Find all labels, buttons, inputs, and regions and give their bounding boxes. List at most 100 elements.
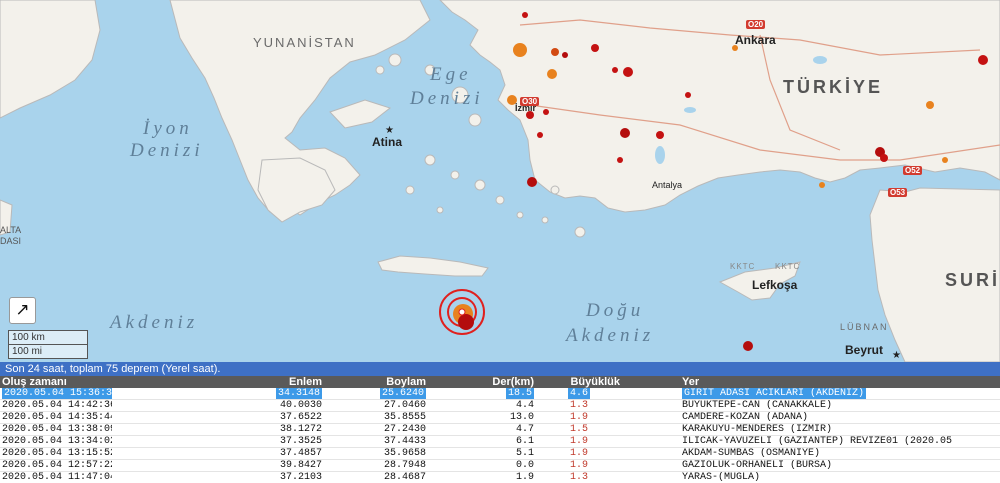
cell-olus-zamani-text: 2020.05.04 12:57:22	[2, 460, 112, 471]
cell-derinlik-text: 1.9	[515, 472, 534, 483]
cell-boylam: 27.0460	[324, 399, 428, 412]
cell-derinlik: 4.7	[428, 423, 536, 436]
table-row[interactable]: 2020.05.04 14:35:44 37.6522 35.8555 13.0 1.9…	[0, 411, 1000, 424]
header-derinlik[interactable]: Der(km)	[428, 376, 536, 388]
table-row[interactable]: 2020.05.04 13:34:02 37.3525 37.4433 6.1 1.9 I…	[0, 435, 1000, 448]
header-enlem[interactable]: Enlem	[112, 376, 324, 388]
city-antalya[interactable]: Antalya	[652, 180, 682, 190]
cell-enlem-text: 34.3148	[275, 388, 322, 399]
cell-boylam-text: 27.2430	[383, 424, 426, 435]
table-row[interactable]: 2020.05.04 11:47:04 37.2103 28.4687 1.9 1.3 Y…	[0, 471, 1000, 483]
cell-yer: GAZIOLUK-ORHANELI (BURSA)	[622, 459, 1000, 472]
cell-olus-zamani-text: 2020.05.04 13:34:02	[2, 436, 112, 447]
cell-buyukluk: 1.9	[536, 435, 622, 448]
quake-marker	[926, 101, 934, 109]
cell-boylam: 25.6240	[324, 388, 428, 400]
road-o53: O53	[888, 188, 908, 197]
cell-boylam-text: 25.6240	[379, 388, 426, 399]
cell-buyukluk: 1.9	[536, 447, 622, 460]
quake-marker	[562, 52, 568, 58]
cell-olus-zamani-text: 2020.05.04 13:15:52	[2, 448, 112, 459]
cell-enlem-text: 37.3525	[279, 436, 322, 447]
cell-buyukluk-text: 1.5	[569, 424, 588, 435]
cell-enlem-text: 39.8427	[279, 460, 322, 471]
cell-derinlik-text: 4.7	[515, 424, 534, 435]
quake-marker	[522, 12, 528, 18]
road-o52: O52	[903, 166, 923, 175]
cell-boylam: 27.2430	[324, 423, 428, 436]
cell-boylam-text: 28.7948	[383, 460, 426, 471]
cell-derinlik-text: 18.5	[505, 388, 534, 399]
cell-olus-zamani-text: 2020.05.04 14:42:36	[2, 400, 112, 411]
cell-enlem-text: 37.4857	[279, 448, 322, 459]
city-beyrut[interactable]: Beyrut	[845, 343, 883, 357]
city-atina[interactable]: Atina	[372, 135, 402, 149]
cell-olus-zamani-text: 2020.05.04 11:47:04	[2, 472, 112, 483]
cell-olus-zamani: 2020.05.04 15:36:39	[0, 388, 112, 400]
earthquake-map[interactable]: ★ ★ YUNANİSTAN TÜRKİYE SURİ LÜBNAN Ege D…	[0, 0, 1000, 362]
cell-boylam: 35.9658	[324, 447, 428, 460]
scale-mi: 100 mi	[8, 345, 88, 359]
label-kktc-2: KKTC	[775, 262, 801, 271]
table-row[interactable]: 2020.05.04 14:42:36 40.0030 27.0460 4.4 1.3 B…	[0, 399, 1000, 412]
cell-yer: YARAS-(MUGLA)	[622, 471, 1000, 483]
quake-marker	[880, 154, 888, 162]
cell-buyukluk: 4.6	[536, 388, 622, 400]
cell-yer: AKDAM-SUMBAS (OSMANIYE)	[622, 447, 1000, 460]
cell-olus-zamani: 2020.05.04 14:35:44	[0, 411, 112, 424]
cell-enlem-text: 38.1272	[279, 424, 322, 435]
quake-marker	[513, 43, 527, 57]
cell-yer-text: ILICAK-YAVUZELI (GAZIANTEP) REVIZE01 (20…	[682, 436, 953, 447]
road-o30: O30	[520, 97, 540, 106]
cell-enlem-text: 37.2103	[279, 472, 322, 483]
quake-marker	[685, 92, 691, 98]
quake-marker	[591, 44, 599, 52]
table-row[interactable]: 2020.05.04 13:38:09 38.1272 27.2430 4.7 1.5 K…	[0, 423, 1000, 436]
city-ankara[interactable]: Ankara	[735, 33, 776, 47]
city-lefkosa[interactable]: Lefkoşa	[752, 278, 797, 292]
cell-yer: KARAKUYU-MENDERES (IZMIR)	[622, 423, 1000, 436]
cell-yer-text: AKDAM-SUMBAS (OSMANIYE)	[682, 448, 821, 459]
cell-olus-zamani: 2020.05.04 13:15:52	[0, 447, 112, 460]
header-boylam[interactable]: Boylam	[324, 376, 428, 388]
cell-yer: ILICAK-YAVUZELI (GAZIANTEP) REVIZE01 (20…	[622, 435, 1000, 448]
header-buyukluk[interactable]: Büyüklük	[536, 376, 622, 388]
cell-yer-text: GIRIT ADASI ACIKLARI (AKDENIZ)	[682, 388, 867, 399]
cell-boylam-text: 37.4433	[383, 436, 426, 447]
label-akdeniz: Akdeniz	[110, 312, 199, 333]
earthquake-list-panel: Son 24 saat, toplam 75 deprem (Yerel saa…	[0, 362, 1000, 483]
cell-yer: CAMDERE-KOZAN (ADANA)	[622, 411, 1000, 424]
table-row[interactable]: 2020.05.04 15:36:39 34.3148 25.6240 18.5 4.6…	[0, 388, 1000, 400]
cell-derinlik-text: 5.1	[515, 448, 534, 459]
header-yer[interactable]: Yer	[622, 376, 1000, 388]
label-ege-1: Ege	[430, 64, 472, 85]
quake-marker	[612, 67, 618, 73]
land-crete	[377, 255, 489, 277]
label-iyon-1: İyon	[143, 118, 193, 139]
cell-derinlik: 6.1	[428, 435, 536, 448]
label-iyon-2: Denizi	[130, 140, 204, 161]
cell-buyukluk-text: 1.3	[569, 400, 588, 411]
cell-buyukluk-text: 1.9	[569, 412, 588, 423]
cell-boylam: 37.4433	[324, 435, 428, 448]
quake-marker	[656, 131, 664, 139]
map-scale: 100 km 100 mi	[8, 330, 88, 359]
quake-marker	[620, 128, 630, 138]
summary-bar: Son 24 saat, toplam 75 deprem (Yerel saa…	[0, 362, 1000, 376]
cell-yer-text: CAMDERE-KOZAN (ADANA)	[682, 412, 809, 423]
map-canvas: ★ ★	[0, 0, 1000, 362]
cell-olus-zamani-text: 2020.05.04 14:35:44	[2, 412, 112, 423]
expand-map-button[interactable]: ↗	[9, 297, 36, 324]
expand-arrow-icon: ↗	[15, 300, 30, 319]
cell-yer-text: GAZIOLUK-ORHANELI (BURSA)	[682, 460, 833, 471]
header-olus-zamani[interactable]: Oluş zamanı	[0, 376, 112, 388]
land-italy	[0, 0, 101, 119]
label-lubnan: LÜBNAN	[840, 322, 889, 332]
table-row[interactable]: 2020.05.04 12:57:22 39.8427 28.7948 0.0 1.9 G…	[0, 459, 1000, 472]
table-row[interactable]: 2020.05.04 13:15:52 37.4857 35.9658 5.1 1.9 A…	[0, 447, 1000, 460]
label-malta: ALTA	[0, 225, 22, 235]
cell-buyukluk: 1.3	[536, 399, 622, 412]
cell-buyukluk-text: 1.9	[569, 448, 588, 459]
cell-buyukluk-text: 1.9	[569, 460, 588, 471]
cell-buyukluk: 1.9	[536, 459, 622, 472]
